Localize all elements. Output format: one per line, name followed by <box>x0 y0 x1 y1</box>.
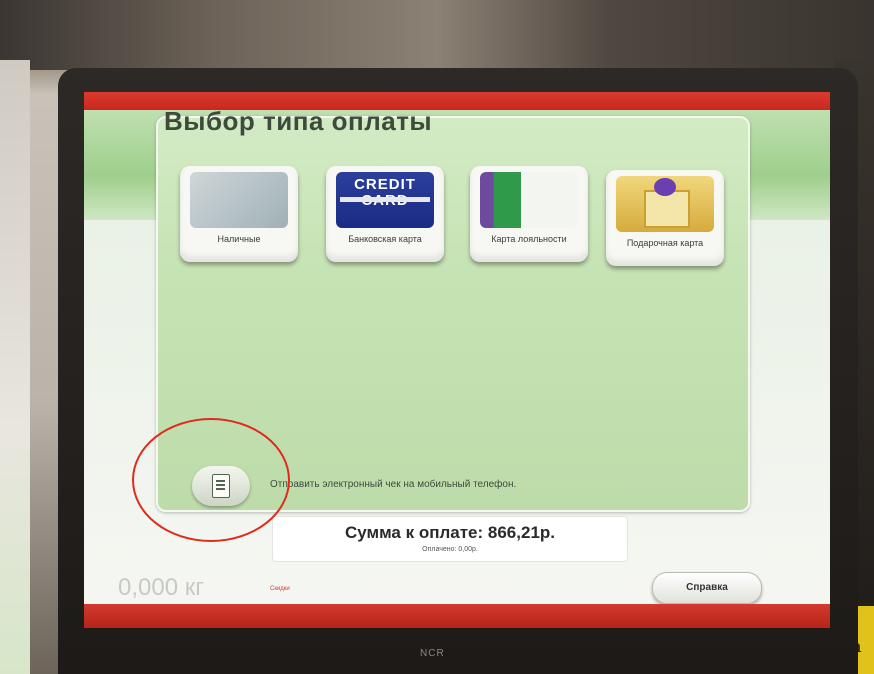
payment-option-label: Наличные <box>217 234 261 244</box>
payment-option-cash[interactable]: Наличные <box>180 166 298 262</box>
brand-logo: NCR <box>420 648 445 659</box>
card-strip <box>340 197 430 202</box>
help-button[interactable]: Справка <box>652 572 762 604</box>
payment-option-label: Банковская карта <box>348 234 422 244</box>
payment-option-bank-card[interactable]: CREDIT CARD Банковская карта <box>326 166 444 262</box>
weight-display: 0,000 кг <box>118 574 204 601</box>
send-receipt-label[interactable]: Отправить электронный чек на мобильный т… <box>270 479 516 490</box>
kiosk-screen: Выбор типа оплаты Наличные CREDIT CARD Б… <box>84 92 830 628</box>
loyalty-card-icon <box>480 172 578 228</box>
payment-option-gift-card[interactable]: Подарочная карта <box>606 170 724 266</box>
background-left <box>0 60 30 674</box>
paid-amount: Оплачено: 0,00р. <box>422 546 478 553</box>
credit-card-icon: CREDIT CARD <box>336 172 434 228</box>
annotation-circle <box>132 418 290 542</box>
payment-option-label: Подарочная карта <box>626 238 704 248</box>
background-ceiling <box>0 0 874 70</box>
bottom-red-bar <box>84 604 830 628</box>
payment-option-label: Карта лояльности <box>491 234 567 244</box>
status-label: Скидки <box>270 586 290 592</box>
gift-card-icon <box>616 176 714 232</box>
cash-icon <box>190 172 288 228</box>
total-box: Сумма к оплате: 866,21р. Оплачено: 0,00р… <box>272 516 628 562</box>
payment-option-loyalty-card[interactable]: Карта лояльности <box>470 166 588 262</box>
card-text: CREDIT CARD <box>354 176 416 209</box>
page-title: Выбор типа оплаты <box>164 106 433 136</box>
total-amount: Сумма к оплате: 866,21р. <box>344 523 556 542</box>
gift-bow-shape <box>654 178 676 196</box>
